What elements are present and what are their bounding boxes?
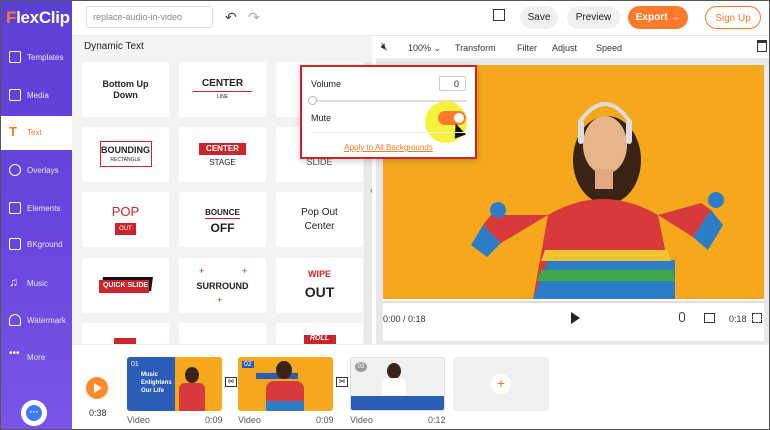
volume-popup: Volume 0 Mute Apply to All Backgrounds xyxy=(300,65,477,159)
text-template-partial-2[interactable] xyxy=(179,323,266,344)
speed-button[interactable]: Speed xyxy=(596,43,622,53)
sidebar-item-overlays[interactable]: Overlays xyxy=(0,154,72,188)
templates-icon xyxy=(9,51,21,63)
timeline-clip-2[interactable]: 02 xyxy=(238,357,333,411)
text-template-pop-out[interactable]: POP OUT xyxy=(82,192,169,247)
sidebar-item-music[interactable]: ♫ Music xyxy=(0,267,72,301)
timeline-time: 0:38 xyxy=(89,408,107,418)
sidebar: FlexClip Templates Media T Text Overlays … xyxy=(0,0,74,430)
chat-icon: ··· xyxy=(26,405,42,421)
text-template-center-line[interactable]: CENTER LINE xyxy=(179,62,266,117)
save-button[interactable]: Save xyxy=(520,6,558,29)
watermark-icon xyxy=(9,314,21,326)
duration-display: 0:18 xyxy=(729,314,747,324)
signup-button[interactable]: Sign Up xyxy=(705,6,761,29)
text-template-roll[interactable]: ROLL xyxy=(276,323,363,344)
microphone-icon[interactable] xyxy=(679,312,685,322)
sidebar-item-watermark[interactable]: Watermark xyxy=(0,304,72,338)
progress-bar[interactable] xyxy=(383,301,764,303)
text-template-pop-out-center[interactable]: Pop Out Center xyxy=(276,192,363,247)
apply-to-all-backgrounds-link[interactable]: Apply to All Backgrounds xyxy=(302,143,475,152)
text-template-partial-1[interactable] xyxy=(82,323,169,344)
media-icon xyxy=(9,89,21,101)
mute-label: Mute xyxy=(311,113,332,123)
add-icon: + xyxy=(491,374,511,394)
sidebar-item-more[interactable]: ••• More xyxy=(0,341,72,375)
timeline-clip-3[interactable]: 03 xyxy=(350,357,445,411)
zoom-dropdown[interactable]: 100% ⌄ xyxy=(408,43,441,54)
add-clip-button[interactable]: + xyxy=(453,357,549,411)
sidebar-item-elements[interactable]: Elements xyxy=(0,192,72,226)
text-template-center-stage[interactable]: CENTER STAGE xyxy=(179,127,266,182)
text-template-surround[interactable]: + + SURROUND + xyxy=(179,258,266,313)
filter-button[interactable]: Filter xyxy=(517,43,537,53)
video-controls: 0:00 / 0:18 0:18 xyxy=(383,299,764,341)
play-icon xyxy=(94,383,102,393)
chat-button[interactable]: ··· xyxy=(21,400,47,426)
panel-title: Dynamic Text xyxy=(84,41,144,52)
sidebar-item-text[interactable]: T Text xyxy=(0,116,74,150)
time-display: 0:00 / 0:18 xyxy=(383,314,426,324)
volume-slider-thumb[interactable] xyxy=(308,96,317,105)
text-template-bounce-off[interactable]: BOUNCE OFF xyxy=(179,192,266,247)
transition-icon[interactable]: ⋈ xyxy=(225,377,237,387)
timeline-play-button[interactable] xyxy=(86,377,108,399)
text-template-quick-slide[interactable]: QUICK SLIDE xyxy=(82,258,169,313)
mute-speaker-icon[interactable]: 🔇︎ xyxy=(381,41,388,54)
fullscreen-icon[interactable] xyxy=(493,9,505,21)
volume-value-input[interactable]: 0 xyxy=(439,76,466,91)
flexclip-logo[interactable]: FlexClip xyxy=(6,8,70,28)
text-template-bottom-up[interactable]: Bottom Up Down xyxy=(82,62,169,117)
preview-button[interactable]: Preview xyxy=(567,6,620,29)
text-template-wipe-out[interactable]: WIPE OUT xyxy=(276,258,363,313)
project-name-input[interactable]: replace-audio-in-video xyxy=(86,6,213,28)
play-icon[interactable] xyxy=(571,312,580,324)
more-icon: ••• xyxy=(9,348,20,359)
background-icon xyxy=(9,238,21,250)
transform-button[interactable]: Transform xyxy=(455,43,496,53)
sidebar-item-bkground[interactable]: BKground xyxy=(0,228,72,262)
undo-icon[interactable]: ↶ xyxy=(225,9,237,26)
sidebar-item-media[interactable]: Media xyxy=(0,79,72,113)
export-button[interactable]: Export → xyxy=(628,6,688,29)
adjust-button[interactable]: Adjust xyxy=(552,43,577,53)
overlays-icon xyxy=(9,164,21,176)
sidebar-item-templates[interactable]: Templates xyxy=(0,41,72,75)
redo-icon[interactable]: ↷ xyxy=(248,9,260,26)
delete-icon[interactable] xyxy=(757,40,767,52)
volume-label: Volume xyxy=(311,79,342,89)
text-template-bounding[interactable]: BOUNDING RECTANGLE xyxy=(82,127,169,182)
text-icon: T xyxy=(9,124,17,139)
music-icon: ♫ xyxy=(9,275,18,289)
elements-icon xyxy=(9,202,21,214)
fullscreen-preview-icon[interactable] xyxy=(752,313,762,323)
aspect-ratio-icon[interactable] xyxy=(704,313,715,323)
timeline-clip-1[interactable]: 01 Music Enlightens Our Life xyxy=(127,357,222,411)
transition-icon[interactable]: ⋈ xyxy=(336,377,348,387)
